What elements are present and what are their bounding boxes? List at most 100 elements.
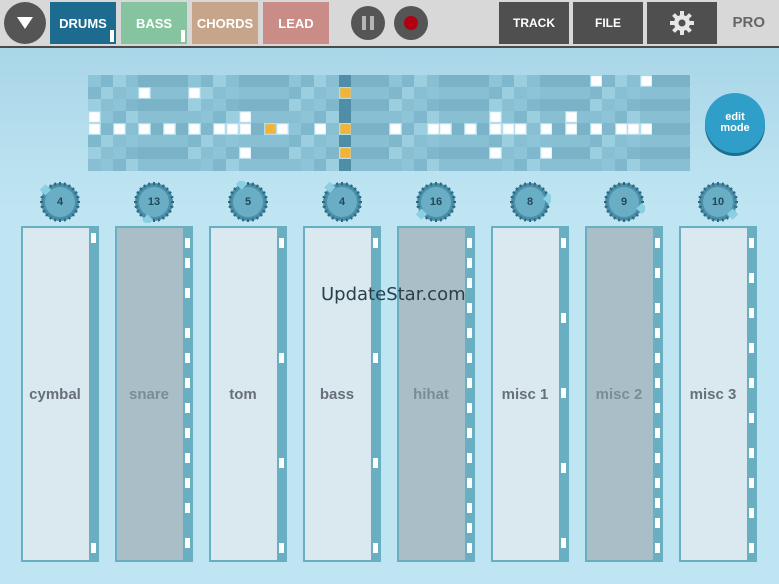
sequencer-cell[interactable] [677,75,690,87]
sequencer-cell[interactable] [641,76,652,86]
sequencer-cell[interactable] [389,159,402,171]
sequencer-cell[interactable] [200,147,214,159]
sequencer-cell[interactable] [125,159,139,171]
sequencer-cell[interactable] [163,147,176,159]
channel-knob[interactable]: 10 [697,181,739,223]
sequencer-cell[interactable] [138,75,151,87]
sequencer-cell[interactable] [439,135,452,147]
sequencer-cell[interactable] [315,124,326,134]
sequencer-cell[interactable] [639,99,653,111]
sequencer-cell[interactable] [540,124,551,134]
sequencer-cell[interactable] [138,111,151,123]
sequencer-cell[interactable] [552,147,565,159]
sequencer-cell[interactable] [225,75,239,87]
sequencer-cell[interactable] [514,111,527,123]
sequencer-cell[interactable] [114,124,125,134]
sequencer-cell[interactable] [288,159,302,171]
sequencer-cell[interactable] [677,87,690,99]
sequencer-cell[interactable] [225,99,239,111]
sequencer-cell[interactable] [313,111,327,123]
sequencer-cell[interactable] [363,147,377,159]
pad-velocity-rail[interactable] [747,228,755,560]
sequencer-cell[interactable] [88,135,101,147]
sequencer-cell[interactable] [225,111,239,123]
sequencer-cell[interactable] [464,99,477,111]
sequencer-cell[interactable] [363,111,377,123]
sequencer-cell[interactable] [526,111,540,123]
sequencer-cell[interactable] [526,159,540,171]
sequencer-cell[interactable] [602,147,615,159]
pro-label[interactable]: PRO [732,14,765,31]
sequencer-cell[interactable] [602,111,615,123]
sequencer-cell[interactable] [476,75,490,87]
sequencer-cell[interactable] [363,159,377,171]
sequencer-cell[interactable] [652,111,665,123]
sequencer-cell[interactable] [239,148,250,158]
sequencer-cell[interactable] [577,99,590,111]
sequencer-cell[interactable] [652,75,665,87]
drum-pad[interactable]: misc 2 [585,226,663,562]
channel-knob[interactable]: 13 [133,181,175,226]
sequencer-cell[interactable] [138,147,151,159]
sequencer-cell[interactable] [175,159,189,171]
sequencer-cell[interactable] [150,135,164,147]
sequencer-cell[interactable] [213,87,226,99]
sequencer-cell[interactable] [614,87,628,99]
sequencer-cell[interactable] [426,99,440,111]
sequencer-cell[interactable] [251,75,264,87]
sequencer-cell[interactable] [277,124,288,134]
sequencer-cell[interactable] [276,159,289,171]
sequencer-cell[interactable] [88,75,101,87]
sequencer-cell[interactable] [238,135,252,147]
sequencer-cell[interactable] [351,99,364,111]
sequencer-cell[interactable] [501,75,515,87]
sequencer-cell[interactable] [401,147,415,159]
sequencer-cell[interactable] [150,159,164,171]
sequencer-cell[interactable] [503,124,514,134]
sequencer-cell[interactable] [263,159,277,171]
sequencer-cell[interactable] [251,111,264,123]
menu-button[interactable] [4,2,46,44]
sequencer-cell[interactable] [526,99,540,111]
sequencer-cell[interactable] [351,135,364,147]
sequencer-cell[interactable] [627,87,640,99]
sequencer-cell[interactable] [150,87,164,99]
sequencer-cell[interactable] [301,87,314,99]
sequencer-cell[interactable] [652,147,665,159]
sequencer-cell[interactable] [113,87,126,99]
sequencer-cell[interactable] [664,99,678,111]
sequencer-cell[interactable] [313,87,327,99]
sequencer-cell[interactable] [589,111,603,123]
sequencer-cell[interactable] [590,124,601,134]
pause-button[interactable] [351,6,385,40]
sequencer-cell[interactable] [200,159,214,171]
sequencer-cell[interactable] [276,87,289,99]
sequencer-cell[interactable] [251,159,264,171]
sequencer-cell[interactable] [565,124,576,134]
sequencer-cell[interactable] [263,147,277,159]
channel-knob[interactable]: 5 [227,178,269,223]
sequencer-cell[interactable] [225,147,239,159]
sequencer-cell[interactable] [100,147,114,159]
sequencer-cell[interactable] [464,159,477,171]
sequencer-cell[interactable] [238,75,252,87]
sequencer-cell[interactable] [239,112,250,122]
sequencer-cell[interactable] [188,159,201,171]
sequencer-cell[interactable] [213,99,226,111]
sequencer-cell[interactable] [639,135,653,147]
sequencer-cell[interactable] [200,135,214,147]
sequencer-cell[interactable] [389,147,402,159]
sequencer-cell[interactable] [664,159,678,171]
sequencer-cell[interactable] [464,147,477,159]
sequencer-cell[interactable] [514,75,527,87]
sequencer-cell[interactable] [175,147,189,159]
sequencer-cell[interactable] [552,87,565,99]
sequencer-cell[interactable] [628,124,639,134]
sequencer-cell[interactable] [276,75,289,87]
sequencer-cell[interactable] [414,111,427,123]
sequencer-cell[interactable] [125,99,139,111]
edit-mode-button[interactable]: edit mode [705,93,765,153]
sequencer-cell[interactable] [163,135,176,147]
sequencer-cell[interactable] [251,87,264,99]
sequencer-cell[interactable] [301,111,314,123]
